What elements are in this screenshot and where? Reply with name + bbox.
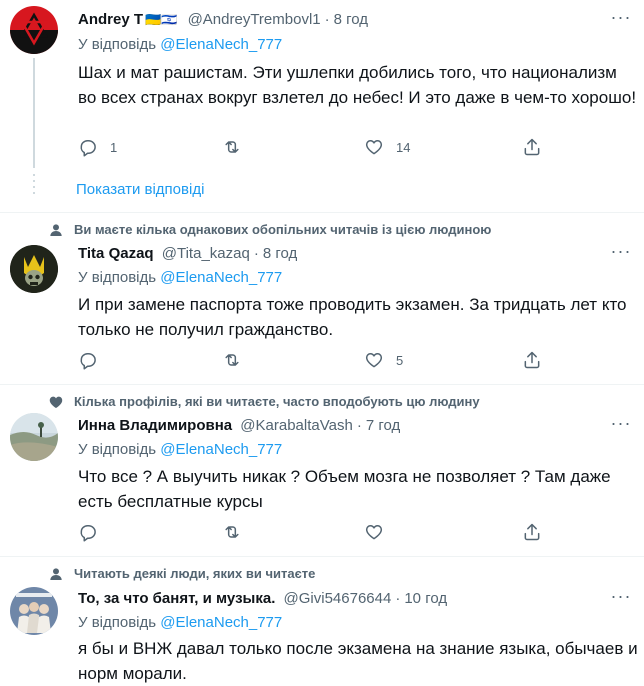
separator-dot: ·	[324, 11, 330, 28]
display-name[interactable]: То, за что банят, и музыка.	[78, 590, 275, 607]
reply-context: У відповідь @ElenaNech_777	[78, 440, 282, 460]
reply-prefix: У відповідь	[78, 269, 157, 286]
tweet-text: я бы и ВНЖ давал только после экзамена н…	[78, 639, 638, 683]
timestamp[interactable]: 8 год	[334, 11, 368, 28]
reply-handle-link[interactable]: @ElenaNech_777	[160, 36, 282, 53]
social-context: Читають деякі люди, яких ви читаєте	[48, 566, 315, 582]
separator-dot: ·	[395, 590, 401, 607]
more-options-icon[interactable]: ···	[610, 8, 632, 30]
like-button[interactable]: 5	[364, 349, 403, 371]
heart-icon	[365, 353, 383, 368]
reply-button[interactable]: 1	[78, 136, 117, 158]
reply-button[interactable]	[78, 349, 110, 371]
like-button[interactable]: 14	[364, 136, 410, 158]
heart-icon	[365, 525, 383, 540]
tweet-3[interactable]: Кілька профілів, які ви читаєте, часто в…	[0, 385, 644, 555]
heart-icon	[365, 140, 383, 155]
show-replies-link[interactable]: Показати відповіді	[76, 180, 204, 200]
group-photo-icon	[10, 587, 58, 635]
reply-icon	[80, 525, 96, 542]
tweet-actions	[78, 521, 558, 543]
reply-context: У відповідь @ElenaNech_777	[78, 268, 282, 288]
timestamp[interactable]: 7 год	[366, 417, 400, 434]
tweet-header: Инна Владимировна @KarabaltaVash · 7 год	[78, 416, 400, 436]
tweet-text: И при замене паспорта тоже проводить экз…	[78, 295, 627, 339]
reply-count: 1	[110, 139, 118, 155]
retweet-icon	[225, 526, 239, 538]
tweet-text: Что все ? А выучить никак ? Объем мозга …	[78, 467, 611, 511]
tweet-header: То, за что банят, и музыка. @Givi5467664…	[78, 589, 447, 609]
reply-context: У відповідь @ElenaNech_777	[78, 35, 282, 55]
reply-prefix: У відповідь	[78, 36, 157, 53]
share-icon	[524, 138, 540, 156]
retweet-button[interactable]	[222, 349, 254, 371]
person-icon	[48, 566, 64, 582]
display-name[interactable]: Tita Qazaq	[78, 245, 154, 262]
tweet-1[interactable]: Andrey T 🇺🇦🇮🇱 @AndreyTrembovl1 · 8 год ··· …	[0, 0, 644, 212]
more-options-icon[interactable]: ···	[610, 242, 632, 264]
social-context-text: Ви маєте кілька однакових обопільних чит…	[74, 222, 492, 237]
trident-skull-icon	[10, 245, 58, 293]
separator-dot: ·	[356, 417, 362, 434]
user-handle[interactable]: @Tita_kazaq	[162, 245, 250, 262]
tweet-header: Tita Qazaq @Tita_kazaq · 8 год	[78, 244, 297, 264]
more-options-icon[interactable]: ···	[610, 414, 632, 436]
reply-button[interactable]	[78, 521, 110, 543]
tweet-actions: 5	[78, 349, 558, 371]
like-count: 14	[396, 139, 411, 155]
like-button[interactable]	[364, 521, 396, 543]
tweet-2[interactable]: Ви маєте кілька однакових обопільних чит…	[0, 213, 644, 383]
reply-icon	[80, 353, 96, 370]
social-context-text: Кілька профілів, які ви читаєте, часто в…	[74, 394, 480, 409]
heart-filled-icon	[48, 394, 64, 410]
retweet-icon	[225, 141, 239, 153]
avatar[interactable]	[10, 6, 58, 54]
user-handle[interactable]: @KarabaltaVash	[240, 417, 353, 434]
social-context: Кілька профілів, які ви читаєте, часто в…	[48, 394, 480, 410]
thread-line	[33, 58, 35, 168]
reply-handle-link[interactable]: @ElenaNech_777	[160, 441, 282, 458]
retweet-icon	[225, 354, 239, 366]
timestamp[interactable]: 8 год	[263, 245, 297, 262]
tweet-4[interactable]: Читають деякі люди, яких ви читаєте То, …	[0, 557, 644, 686]
avatar[interactable]	[10, 413, 58, 461]
display-name[interactable]: Инна Владимировна	[78, 417, 232, 434]
share-icon	[524, 523, 540, 541]
user-handle[interactable]: @AndreyTrembovl1	[188, 11, 321, 28]
thread-dots	[33, 174, 35, 198]
share-button[interactable]	[522, 521, 542, 543]
social-context: Ви маєте кілька однакових обопільних чит…	[48, 222, 491, 238]
tweet-actions: 1 14	[78, 136, 558, 158]
timestamp[interactable]: 10 год	[404, 590, 447, 607]
avatar[interactable]	[10, 587, 58, 635]
reply-prefix: У відповідь	[78, 441, 157, 458]
share-button[interactable]	[522, 349, 542, 371]
avatar[interactable]	[10, 245, 58, 293]
reply-icon	[80, 140, 96, 157]
share-button[interactable]	[522, 136, 542, 158]
tweet-header: Andrey T 🇺🇦🇮🇱 @AndreyTrembovl1 · 8 год	[78, 10, 368, 30]
user-handle[interactable]: @Givi54676644	[284, 590, 392, 607]
landscape-photo-icon	[10, 413, 58, 461]
like-count: 5	[396, 352, 404, 368]
share-icon	[524, 351, 540, 369]
retweet-button[interactable]	[222, 521, 254, 543]
retweet-button[interactable]	[222, 136, 254, 158]
tweet-text: Шах и мат рашистам. Эти ушлепки добились…	[78, 63, 637, 107]
reply-handle-link[interactable]: @ElenaNech_777	[160, 269, 282, 286]
flag-emoji: 🇺🇦🇮🇱	[145, 12, 178, 27]
reply-prefix: У відповідь	[78, 614, 157, 631]
person-icon	[48, 222, 64, 238]
separator-dot: ·	[253, 245, 259, 262]
more-options-icon[interactable]: ···	[610, 587, 632, 609]
star-of-david-icon	[10, 12, 58, 54]
display-name[interactable]: Andrey T	[78, 11, 143, 28]
reply-context: У відповідь @ElenaNech_777	[78, 613, 282, 633]
social-context-text: Читають деякі люди, яких ви читаєте	[74, 566, 316, 581]
reply-handle-link[interactable]: @ElenaNech_777	[160, 614, 282, 631]
